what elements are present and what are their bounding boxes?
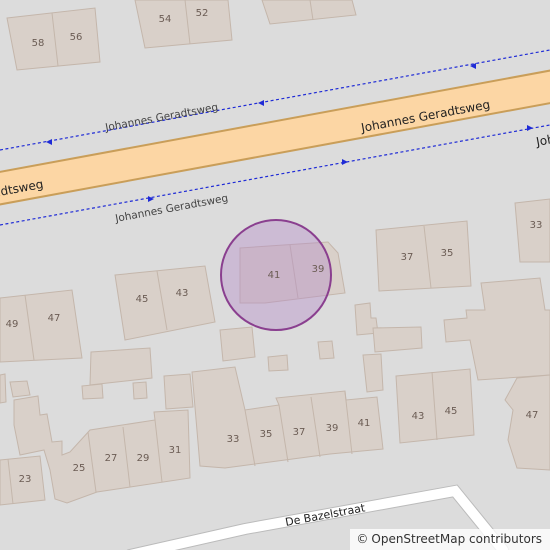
house-number: 41 [358, 418, 371, 429]
house-number: 33 [227, 434, 240, 445]
building [81, 383, 104, 400]
building [89, 347, 153, 386]
house-number: 35 [260, 429, 273, 440]
house-number: 45 [136, 294, 149, 305]
house-number: 27 [105, 453, 118, 464]
copyright-icon: © [356, 532, 369, 546]
house-number: 43 [176, 288, 189, 299]
house-number: 39 [326, 423, 339, 434]
building [163, 373, 194, 410]
house-number: 49 [6, 319, 19, 330]
building [317, 340, 335, 360]
map-attribution: © OpenStreetMap contributors [350, 529, 550, 550]
house-number: 33 [530, 220, 543, 231]
house-number: 23 [19, 474, 32, 485]
main-road-label-partial-right: Joh [534, 132, 550, 149]
map-canvas[interactable]: Johannes Geradtsweg adtsweg Joh Johannes… [0, 0, 550, 550]
house-number: 58 [32, 38, 45, 49]
house-number: 31 [169, 445, 182, 456]
house-number: 52 [196, 8, 209, 19]
house-number: 54 [159, 14, 172, 25]
building [219, 326, 256, 362]
house-number: 39 [312, 264, 325, 275]
house-number: 35 [441, 248, 454, 259]
building [375, 220, 472, 292]
building [267, 354, 289, 372]
osm-attribution-link[interactable]: OpenStreetMap contributors [371, 532, 542, 546]
house-number: 25 [73, 463, 86, 474]
house-number: 45 [445, 406, 458, 417]
house-number: 43 [412, 411, 425, 422]
house-number: 29 [137, 453, 150, 464]
house-number: 47 [48, 313, 61, 324]
house-number: 56 [70, 32, 83, 43]
house-number: 47 [526, 410, 539, 421]
building [6, 7, 101, 71]
building [362, 353, 384, 393]
building [0, 373, 7, 404]
building [372, 326, 423, 353]
building [134, 0, 233, 49]
building [132, 381, 148, 400]
house-number: 37 [401, 252, 414, 263]
building [9, 380, 31, 398]
house-number: 37 [293, 427, 306, 438]
house-number: 41 [268, 270, 281, 281]
